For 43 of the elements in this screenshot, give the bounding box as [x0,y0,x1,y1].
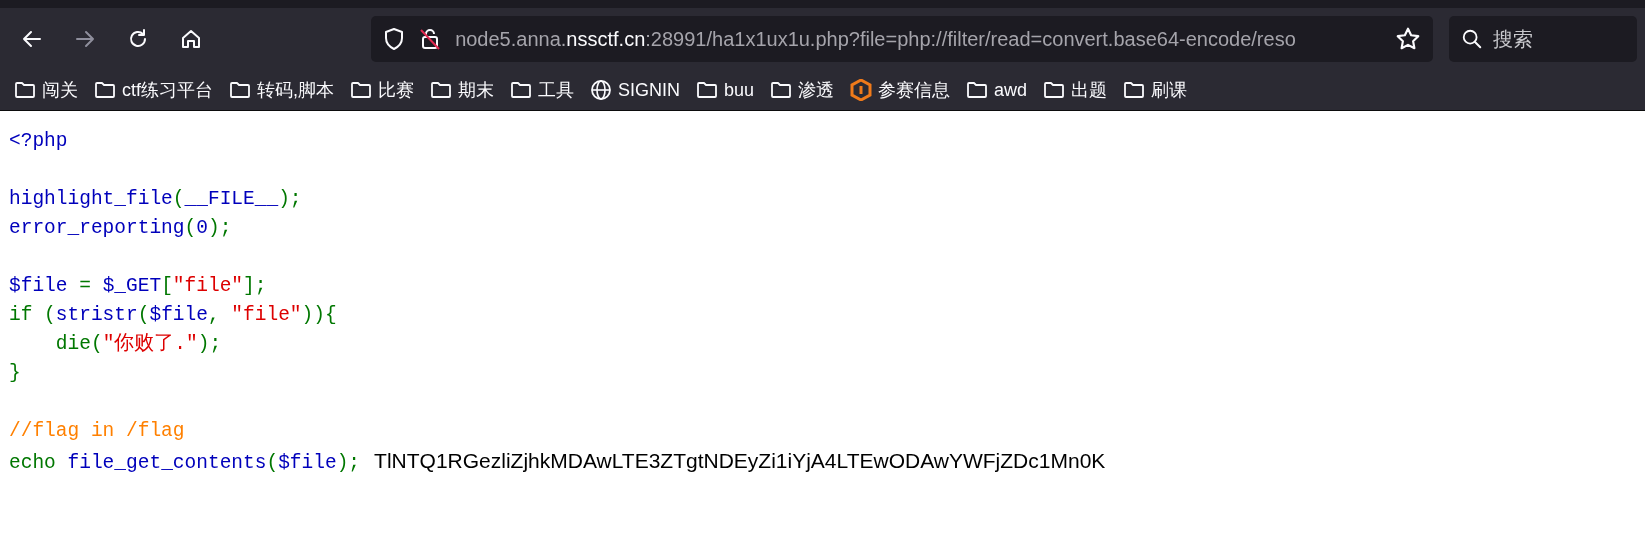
folder-icon [229,80,251,100]
bookmark-item[interactable]: SIGNIN [588,77,683,103]
folder-icon [350,80,373,100]
folder-icon [1043,80,1066,100]
bookmark-item[interactable]: 闯关 [12,76,80,104]
code-line: //flag in /flag [9,419,185,444]
folder-icon [14,80,36,100]
code-line: if (stristr($file, "file")){ [9,303,337,328]
bookmark-star-icon[interactable] [1395,26,1421,52]
folder-icon [770,80,793,100]
output-text: TlNTQ1RGezliZjhkMDAwLTE3ZTgtNDEyZi1iYjA4LTEwODAwYWFjZDc1Mn0K [374,448,1106,474]
address-bar[interactable]: node5.anna.nssctf.cn:28991/ha1x1ux1u.php?file=php://filter/read=convert.base64-encode/reso [371,16,1433,62]
bookmark-item[interactable]: buu [694,77,757,103]
search-field[interactable]: 搜索 [1449,16,1637,62]
code-line: highlight_file(__FILE__); [9,187,302,212]
bookmark-item[interactable]: 渗透 [768,76,837,104]
code-line: echo file_get_contents($file); [9,451,361,476]
bookmark-item[interactable]: 转码,脚本 [227,76,337,104]
code-line: <?php [9,129,68,154]
folder-icon [696,80,719,100]
bookmark-item[interactable]: 工具 [508,76,577,104]
url-text: node5.anna.nssctf.cn:28991/ha1x1ux1u.php?file=php://filter/read=convert.base64-encode/reso [455,27,1297,51]
bookmark-item[interactable]: awd [964,77,1030,103]
bookmark-item[interactable]: 出题 [1041,76,1110,104]
bookmark-item[interactable]: 参赛信息 [848,76,953,104]
code-line: $file = $_GET["file"]; [9,274,267,299]
bookmark-item[interactable]: 期末 [428,76,497,104]
folder-icon [94,80,116,100]
folder-icon [966,80,989,100]
search-icon [1461,28,1483,50]
bookmark-item[interactable]: 比赛 [348,76,417,104]
code-line: } [9,361,21,386]
code-line: die("你败了."); [54,332,222,357]
hexagon-logo-icon [850,79,873,101]
folder-icon [1123,80,1146,100]
folder-icon [430,80,453,100]
bookmark-item[interactable]: 刷课 [1121,76,1190,104]
insecure-lock-icon [419,27,442,51]
folder-icon [510,80,533,100]
shield-icon [383,27,406,51]
globe-icon [590,79,613,101]
bookmark-item[interactable]: ctf练习平台 [92,76,215,104]
code-line: error_reporting(0); [9,216,232,241]
